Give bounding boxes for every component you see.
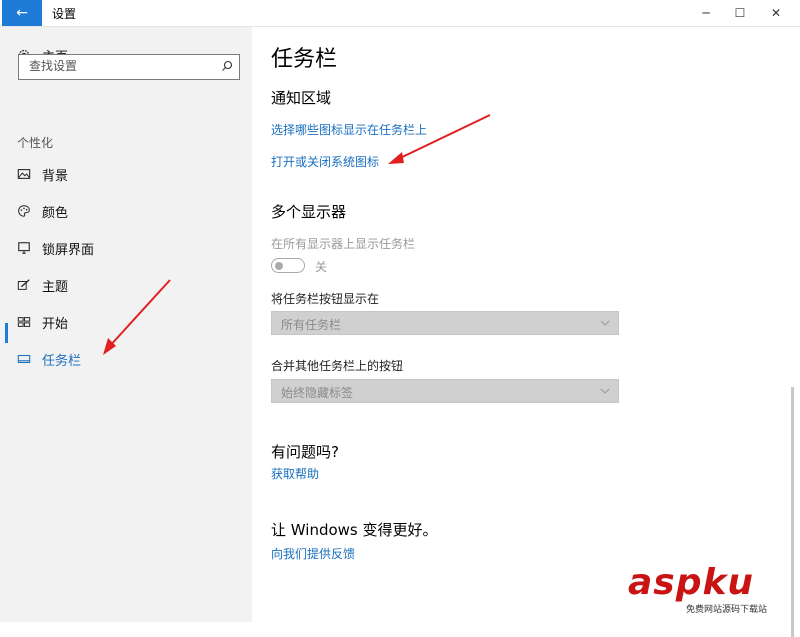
- watermark-subtext: 免费网站源码下载站: [686, 605, 768, 615]
- annotation-arrows: [103, 114, 491, 355]
- watermark-logo: aspku 免费网站源码下载站: [628, 562, 796, 618]
- watermark-text: aspku: [628, 562, 755, 603]
- annotation-arrow-1: [388, 114, 491, 164]
- annotation-arrow-2: [103, 279, 171, 355]
